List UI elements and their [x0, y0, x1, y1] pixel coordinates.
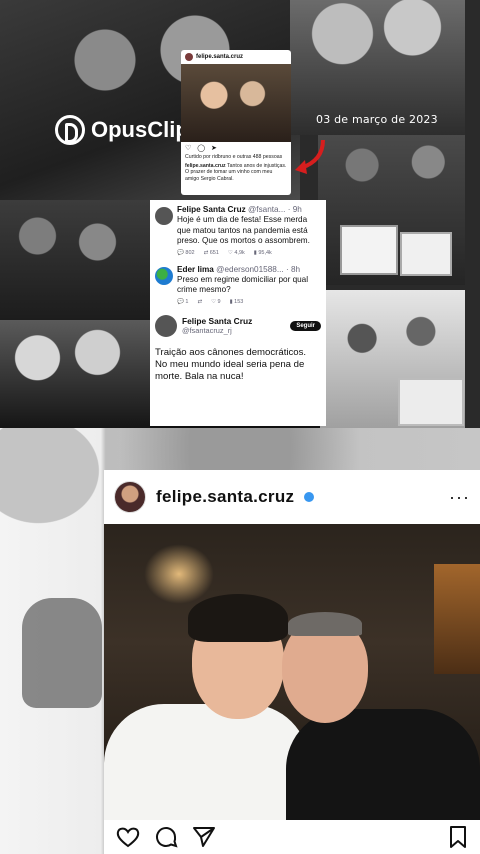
opusclip-watermark: OpusClip — [55, 115, 189, 145]
group-photo-3 — [0, 200, 150, 320]
avatar[interactable] — [114, 481, 146, 513]
tweet-metrics: 💬 1 ⇄ ♡ 9 ▮ 153 — [177, 299, 321, 305]
mini-post-header: felipe.santa.cruz — [181, 50, 291, 64]
tweet[interactable]: Eder lima @ederson01588... · 8h Preso em… — [150, 260, 326, 305]
heart-icon[interactable] — [116, 826, 140, 848]
tweet-time: · 8h — [285, 264, 301, 274]
verified-badge-icon — [304, 492, 315, 502]
tweet-author-name[interactable]: Felipe Santa Cruz — [177, 205, 246, 214]
tweet-time: · 9h — [287, 205, 302, 214]
tweet-handle: @fsantacruz_rj — [182, 326, 232, 335]
mini-caption: felipe.santa.cruz Tantos anos de injusti… — [181, 161, 291, 185]
tweet-header: Felipe Santa Cruz @fsantacruz_rj Seguir — [155, 314, 321, 337]
tweet-text: Preso em regime domiciliar por qual crim… — [177, 274, 309, 295]
like-count[interactable]: ♡ 4,9k — [228, 250, 245, 256]
tweet-text: Traição aos cânones democráticos. No meu… — [155, 346, 307, 383]
tweet-handle: @ederson01588... — [216, 264, 284, 274]
opusclip-brand-text: OpusClip — [91, 117, 189, 142]
comment-icon[interactable] — [154, 825, 178, 849]
share-icon[interactable] — [192, 825, 216, 849]
certificate-image — [400, 232, 452, 276]
wine-shelf — [434, 564, 480, 674]
retweet-count[interactable]: ⇄ — [197, 299, 202, 305]
mini-instagram-post: felipe.santa.cruz ♡ ◯ ➤ Curtido por ridb… — [181, 50, 291, 195]
post-photo[interactable] — [104, 524, 480, 820]
follow-button[interactable]: Seguir — [290, 320, 321, 331]
tweet[interactable]: Felipe Santa Cruz @fsanta... · 9h Hoje é… — [150, 200, 326, 256]
red-arrow-icon — [295, 139, 325, 174]
tweet-author-name[interactable]: Felipe Santa Cruz — [182, 316, 252, 326]
tweet-author-block: Felipe Santa Cruz @fsantacruz_rj — [182, 316, 252, 335]
post-actions — [104, 820, 480, 854]
post-username[interactable]: felipe.santa.cruz — [156, 487, 294, 507]
avatar[interactable] — [155, 266, 173, 285]
tweet-text: Hoje é um dia de festa! Esse merda que m… — [177, 215, 310, 245]
tweet-main[interactable]: Felipe Santa Cruz @fsantacruz_rj Seguir … — [150, 309, 326, 384]
tweet-handle: @fsanta... — [247, 205, 286, 214]
date-caption: 03 de março de 2023 — [316, 113, 438, 126]
thumbs-up-hand — [22, 598, 102, 708]
view-count[interactable]: ▮ 95,4k — [254, 250, 272, 256]
mini-post-photo — [181, 64, 291, 142]
group-photo-4 — [0, 320, 150, 428]
tweet-metrics: 💬 802 ⇄ 651 ♡ 4,9k ▮ 95,4k — [177, 250, 321, 256]
photo-collage: 03 de março de 2023 OpusClip felipe.sant… — [0, 0, 480, 428]
opusclip-logo-icon — [55, 115, 85, 145]
tweet-header: Eder lima @ederson01588... · 8h — [177, 265, 321, 274]
tweets-card: Felipe Santa Cruz @fsanta... · 9h Hoje é… — [150, 200, 326, 426]
view-count[interactable]: ▮ 153 — [230, 299, 244, 305]
reply-count[interactable]: 💬 802 — [177, 250, 195, 256]
certificate-image — [340, 225, 398, 275]
ceiling-light — [144, 544, 214, 604]
tweet-header: Felipe Santa Cruz @fsanta... · 9h — [177, 205, 321, 214]
person-right-shirt — [286, 709, 480, 820]
person-right-hair — [288, 612, 362, 636]
reply-count[interactable]: 💬 1 — [177, 299, 188, 305]
retweet-count[interactable]: ⇄ 651 — [204, 250, 219, 256]
avatar — [185, 53, 193, 61]
instagram-post: felipe.santa.cruz ··· — [104, 470, 480, 854]
person-left-hair — [188, 594, 288, 642]
person-left-shirt — [104, 704, 309, 820]
mini-liked-by: Curtido por ridbruno e outras 488 pessoa… — [185, 154, 283, 160]
tweet-author-name[interactable]: Eder lima — [177, 265, 214, 274]
like-count[interactable]: ♡ 9 — [211, 299, 221, 305]
bookmark-icon[interactable] — [448, 825, 468, 849]
instagram-section: felipe.santa.cruz ··· — [0, 428, 480, 854]
mini-username: felipe.santa.cruz — [196, 54, 244, 60]
post-header: felipe.santa.cruz ··· — [104, 470, 480, 524]
more-options-icon[interactable]: ··· — [449, 487, 470, 508]
avatar[interactable] — [155, 314, 177, 337]
certificate-image — [398, 378, 464, 426]
mini-caption-user: felipe.santa.cruz — [185, 162, 226, 169]
avatar[interactable] — [155, 207, 173, 225]
mini-action-icons: ♡ ◯ ➤ — [185, 145, 219, 152]
